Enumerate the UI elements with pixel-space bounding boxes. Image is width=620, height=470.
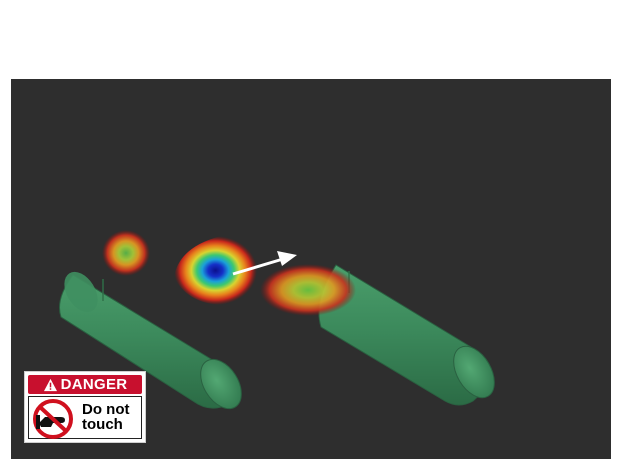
danger-header-label: DANGER [60,376,128,393]
sign-text-line-1: Do not [82,401,130,418]
warning-triangle-icon [43,378,57,391]
heat-blob-small [102,230,150,276]
danger-header: DANGER [28,375,142,394]
3d-viewport[interactable]: DANGER Do not touch [11,79,611,459]
no-hand-touch-icon [33,399,73,439]
danger-sign: DANGER Do not touch [24,371,146,443]
sign-text-line-2: touch [82,416,123,433]
heat-blob-right [260,264,356,316]
sign-body: Do not touch [28,396,142,439]
sign-text: Do not touch [82,402,129,432]
